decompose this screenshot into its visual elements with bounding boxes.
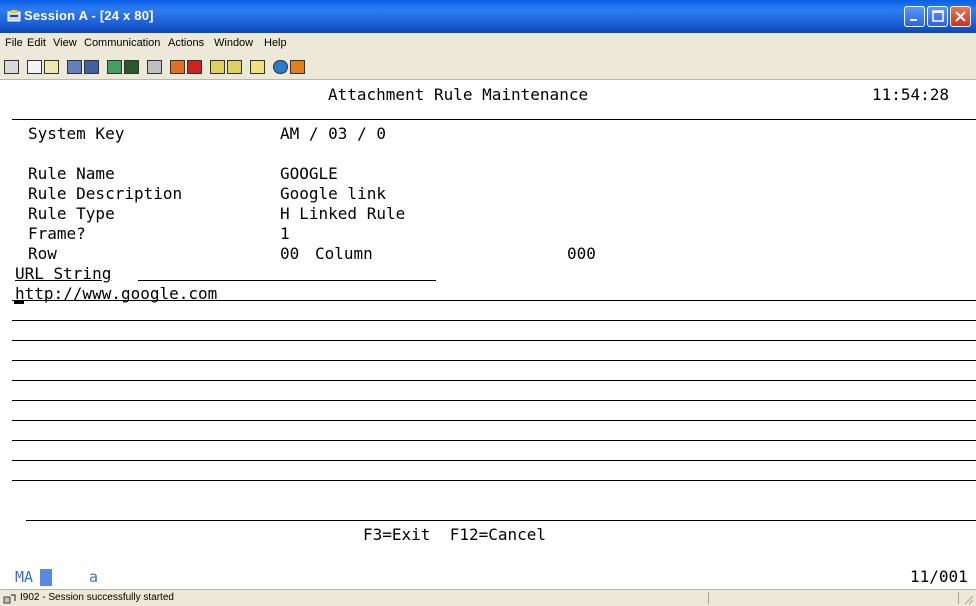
screen-time: 11:54:28 <box>872 85 950 104</box>
maximize-button[interactable] <box>927 6 948 27</box>
menu-actions[interactable]: Actions <box>168 37 204 49</box>
menu-edit[interactable]: Edit <box>27 37 46 49</box>
column-value: 000 <box>567 244 596 263</box>
row-value: 00 <box>280 244 300 263</box>
minimize-button[interactable] <box>904 6 925 27</box>
minimize-icon <box>910 19 917 21</box>
rule-name-value: GOOGLE <box>280 164 338 183</box>
input-line-3[interactable] <box>12 340 976 341</box>
input-line-8[interactable] <box>12 440 976 441</box>
status-bar: I902 - Session successfully started <box>0 589 976 606</box>
globe-icon[interactable] <box>273 60 288 74</box>
oia-message-area: MA <box>15 568 34 586</box>
pencil-icon[interactable] <box>290 60 305 74</box>
system-key-label: System Key <box>28 124 125 143</box>
heading-divider <box>12 119 976 120</box>
url-label-underline <box>138 280 436 281</box>
input-line-7[interactable] <box>12 420 976 421</box>
menu-communication[interactable]: Communication <box>84 37 160 49</box>
frame-value: 1 <box>280 224 290 243</box>
maximize-icon <box>932 10 944 22</box>
window-title: Session A - [24 x 80] <box>24 8 154 23</box>
paste-icon[interactable] <box>44 60 59 74</box>
clipboard-icon[interactable] <box>250 60 265 74</box>
rule-type-value: H Linked Rule <box>280 204 406 223</box>
rule-description-label: Rule Description <box>28 184 183 203</box>
input-line-1[interactable] <box>12 300 976 301</box>
copy-icon[interactable] <box>27 60 42 74</box>
menu-window[interactable]: Window <box>214 37 253 49</box>
input-line-4[interactable] <box>12 360 976 361</box>
status-divider <box>958 592 959 604</box>
function-keys[interactable]: F3=Exit F12=Cancel <box>363 525 546 545</box>
rule-description-value: Google link <box>280 184 386 203</box>
row-label: Row <box>28 244 57 263</box>
menu-view[interactable]: View <box>53 37 77 49</box>
input-line-6[interactable] <box>12 400 976 401</box>
input-line-10[interactable] <box>12 480 976 481</box>
input-line-2[interactable] <box>12 320 976 321</box>
input-line-9[interactable] <box>12 460 976 461</box>
system-key-value: AM / 03 / 0 <box>280 124 386 143</box>
play-icon[interactable] <box>210 60 225 74</box>
record-icon[interactable] <box>170 60 185 74</box>
send-icon[interactable] <box>67 60 82 74</box>
menu-file[interactable]: File <box>5 37 23 49</box>
oia-indicator-block <box>40 569 52 586</box>
connection-icon <box>3 594 16 604</box>
display-icon[interactable] <box>107 60 122 74</box>
oia-input-mode: a <box>89 568 99 586</box>
oia-cursor-position: 11/001 <box>910 567 968 586</box>
title-bar[interactable]: Session A - [24 x 80] <box>0 0 976 33</box>
receive-icon[interactable] <box>84 60 99 74</box>
stop-icon[interactable] <box>187 60 202 74</box>
menu-help[interactable]: Help <box>264 37 287 49</box>
url-string-input[interactable]: http://www.google.com <box>15 284 217 304</box>
resize-grip-icon[interactable] <box>962 593 974 605</box>
close-icon <box>955 11 966 22</box>
input-line-5[interactable] <box>12 380 976 381</box>
close-button[interactable] <box>950 6 971 27</box>
status-divider <box>708 592 709 604</box>
column-label: Column <box>315 244 373 263</box>
text-cursor <box>14 301 24 304</box>
screen-heading: Attachment Rule Maintenance <box>328 85 589 104</box>
keypad-icon[interactable] <box>124 60 139 74</box>
rule-name-label: Rule Name <box>28 164 115 183</box>
rule-type-label: Rule Type <box>28 204 115 223</box>
macro-icon[interactable] <box>147 60 162 74</box>
toolbar <box>0 53 976 80</box>
status-message: I902 - Session successfully started <box>20 592 174 603</box>
session-app-icon <box>7 10 21 22</box>
url-string-label: URL String <box>15 264 112 283</box>
print-screen-icon[interactable] <box>4 60 19 74</box>
quick-play-icon[interactable] <box>227 60 242 74</box>
terminal-screen[interactable]: Attachment Rule Maintenance 11:54:28 Sys… <box>12 80 976 590</box>
function-key-divider <box>26 520 976 521</box>
menu-bar: File Edit View Communication Actions Win… <box>0 33 976 53</box>
frame-label: Frame? <box>28 224 86 243</box>
